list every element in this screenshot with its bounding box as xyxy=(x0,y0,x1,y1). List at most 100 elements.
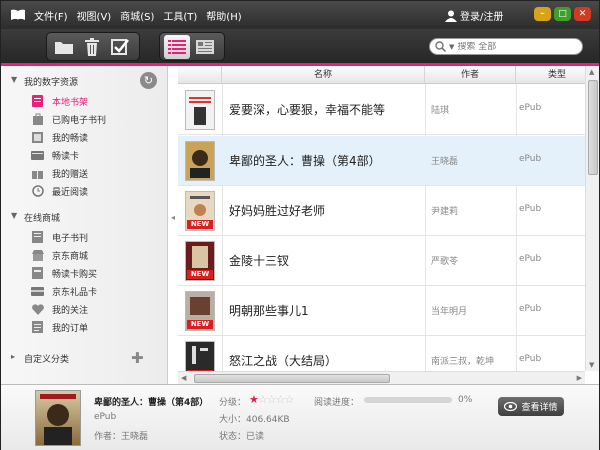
gift-icon xyxy=(31,167,44,179)
shelf-icon xyxy=(31,95,44,107)
detail-status: 状态：已读 xyxy=(219,432,265,442)
close-icon[interactable]: ✕ xyxy=(574,7,591,21)
new-badge: NEW xyxy=(187,220,213,229)
sidebar-item-myread[interactable]: 我的畅读 xyxy=(31,129,88,145)
star-icon[interactable]: ★ xyxy=(249,393,259,406)
add-category-icon[interactable]: ✚ xyxy=(131,349,144,367)
clock-icon xyxy=(31,185,44,197)
book-type: ePub xyxy=(519,103,542,113)
sidebar-item-ebooks[interactable]: 电子书刊 xyxy=(31,229,88,245)
delete-button[interactable] xyxy=(79,35,105,59)
maximize-icon[interactable]: □ xyxy=(554,7,571,21)
expand-arrow-icon[interactable]: ▸ xyxy=(11,352,15,361)
book-cover: NEW xyxy=(185,191,215,231)
table-row[interactable]: NEW 怒江之战（大结局） 南派三叔，乾坤 ePub xyxy=(178,336,585,371)
scroll-up-icon[interactable]: ▲ xyxy=(589,68,594,76)
star-icon[interactable]: ☆ xyxy=(276,393,286,406)
sidebar-item-buycard[interactable]: 畅读卡购买 xyxy=(31,265,97,281)
sidebar-item-orders[interactable]: 我的订单 xyxy=(31,319,88,335)
section-mine[interactable]: 我的数字资源 xyxy=(24,75,78,88)
book-type: ePub xyxy=(519,204,542,214)
ebook-icon xyxy=(31,231,44,243)
search-input[interactable] xyxy=(457,41,578,52)
column-name[interactable]: 名称 xyxy=(222,66,425,84)
book-list: 名称 作者 类型 爱要深，心要狠，幸福不能等 陆琪 ePub 卑鄙的圣人：曹操（… xyxy=(178,66,585,371)
book-cover: NEW xyxy=(185,341,215,371)
collapse-arrow-icon[interactable]: ▼ xyxy=(11,211,17,220)
collapse-arrow-icon[interactable]: ▼ xyxy=(11,75,17,84)
sidebar-collapse-icon[interactable]: ◂ xyxy=(171,213,177,233)
checkbox-icon xyxy=(111,38,129,55)
horizontal-scroll-thumb[interactable] xyxy=(194,374,390,383)
sidebar-item-recent[interactable]: 最近阅读 xyxy=(31,183,88,199)
column-type[interactable]: 类型 xyxy=(516,66,585,84)
section-store[interactable]: 在线商城 xyxy=(24,211,60,224)
detail-panel: 卑鄙的圣人：曹操（第4部） ePub 作者：王晓磊 分级： ★☆☆☆☆ 大小：4… xyxy=(1,384,599,450)
new-badge: NEW xyxy=(187,320,213,329)
sidebar-item-follow[interactable]: 我的关注 xyxy=(31,301,88,317)
table-row[interactable]: NEW 好妈妈胜过好老师 尹建莉 ePub xyxy=(178,186,585,236)
list-view-button[interactable] xyxy=(164,34,190,59)
menu-view[interactable]: 视图(V) xyxy=(77,8,112,23)
detail-author: 作者：王晓磊 xyxy=(94,432,149,442)
sidebar-item-readcard[interactable]: 畅读卡 xyxy=(31,147,79,163)
column-author[interactable]: 作者 xyxy=(425,66,516,84)
menu-file[interactable]: 文件(F) xyxy=(34,8,68,23)
new-badge: NEW xyxy=(187,270,213,279)
star-icon[interactable]: ☆ xyxy=(267,393,277,406)
star-icon[interactable]: ☆ xyxy=(285,393,295,406)
book-type: ePub xyxy=(519,304,542,314)
sidebar: ▼ 我的数字资源 ↻ 本地书架 已购电子书刊 我的畅读 畅读卡 我的赠送 最近阅… xyxy=(1,66,168,384)
sidebar-item-gift[interactable]: 我的赠送 xyxy=(31,165,88,181)
table-row[interactable]: NEW 明朝那些事儿1 当年明月 ePub xyxy=(178,286,585,336)
table-row[interactable]: NEW 金陵十三钗 严歌苓 ePub xyxy=(178,236,585,286)
book-type: ePub xyxy=(519,254,542,264)
book-author: 尹建莉 xyxy=(431,207,459,217)
minimize-icon[interactable]: – xyxy=(534,7,551,21)
eye-icon xyxy=(504,402,518,411)
menu-bar: 文件(F) 视图(V) 商城(S) 工具(T) 帮助(H) xyxy=(34,8,242,23)
refresh-icon[interactable]: ↻ xyxy=(140,72,157,89)
book-author: 王晓磊 xyxy=(431,157,459,167)
book-logo-icon xyxy=(11,9,25,20)
book-author: 严歌苓 xyxy=(431,257,459,267)
cover-view-icon xyxy=(196,39,214,54)
vertical-scroll-thumb[interactable] xyxy=(588,80,598,175)
book-title: 金陵十三钗 xyxy=(229,254,290,268)
vertical-scrollbar[interactable]: ▲ ▼ xyxy=(585,66,599,371)
cover-view-button[interactable] xyxy=(192,35,218,59)
login-link[interactable]: 登录/注册 xyxy=(445,8,503,23)
card-buy-icon xyxy=(31,267,44,279)
book-icon xyxy=(31,131,44,143)
sidebar-item-purchased[interactable]: 已购电子书刊 xyxy=(31,111,106,127)
scroll-left-icon[interactable]: ◀ xyxy=(181,374,186,382)
menu-store[interactable]: 商城(S) xyxy=(120,8,154,23)
view-details-button[interactable]: 查看详情 xyxy=(498,397,564,416)
search-dropdown-icon[interactable]: ▼ xyxy=(449,43,454,51)
rating-stars[interactable]: ★☆☆☆☆ xyxy=(249,393,295,406)
scroll-right-icon[interactable]: ▶ xyxy=(577,374,582,382)
section-custom[interactable]: 自定义分类 xyxy=(24,352,69,365)
sidebar-item-giftcard[interactable]: 京东礼品卡 xyxy=(31,283,97,299)
sidebar-item-jdstore[interactable]: 京东商城 xyxy=(31,247,88,263)
sidebar-item-shelf[interactable]: 本地书架 xyxy=(31,93,88,109)
star-icon[interactable]: ☆ xyxy=(258,393,268,406)
progress-value: 0% xyxy=(458,395,473,405)
detail-format: ePub xyxy=(94,412,117,422)
open-folder-button[interactable] xyxy=(51,35,77,59)
table-row[interactable]: 爱要深，心要狠，幸福不能等 陆琪 ePub xyxy=(178,85,585,135)
toolbar: ▼ xyxy=(1,29,599,63)
reading-progress-bar xyxy=(364,397,452,403)
progress-label: 阅读进度： xyxy=(314,398,360,408)
horizontal-scrollbar[interactable]: ◀ ▶ xyxy=(178,371,585,384)
book-cover xyxy=(185,141,215,181)
search-box[interactable]: ▼ xyxy=(429,38,583,55)
select-button[interactable] xyxy=(107,35,133,59)
heart-icon xyxy=(31,303,44,315)
menu-help[interactable]: 帮助(H) xyxy=(206,8,241,23)
menu-tools[interactable]: 工具(T) xyxy=(163,8,197,23)
book-cover: NEW xyxy=(185,291,215,331)
scroll-down-icon[interactable]: ▼ xyxy=(589,361,594,369)
column-header: 名称 作者 类型 xyxy=(178,66,585,84)
table-row[interactable]: 卑鄙的圣人：曹操（第4部） 王晓磊 ePub xyxy=(178,136,585,186)
